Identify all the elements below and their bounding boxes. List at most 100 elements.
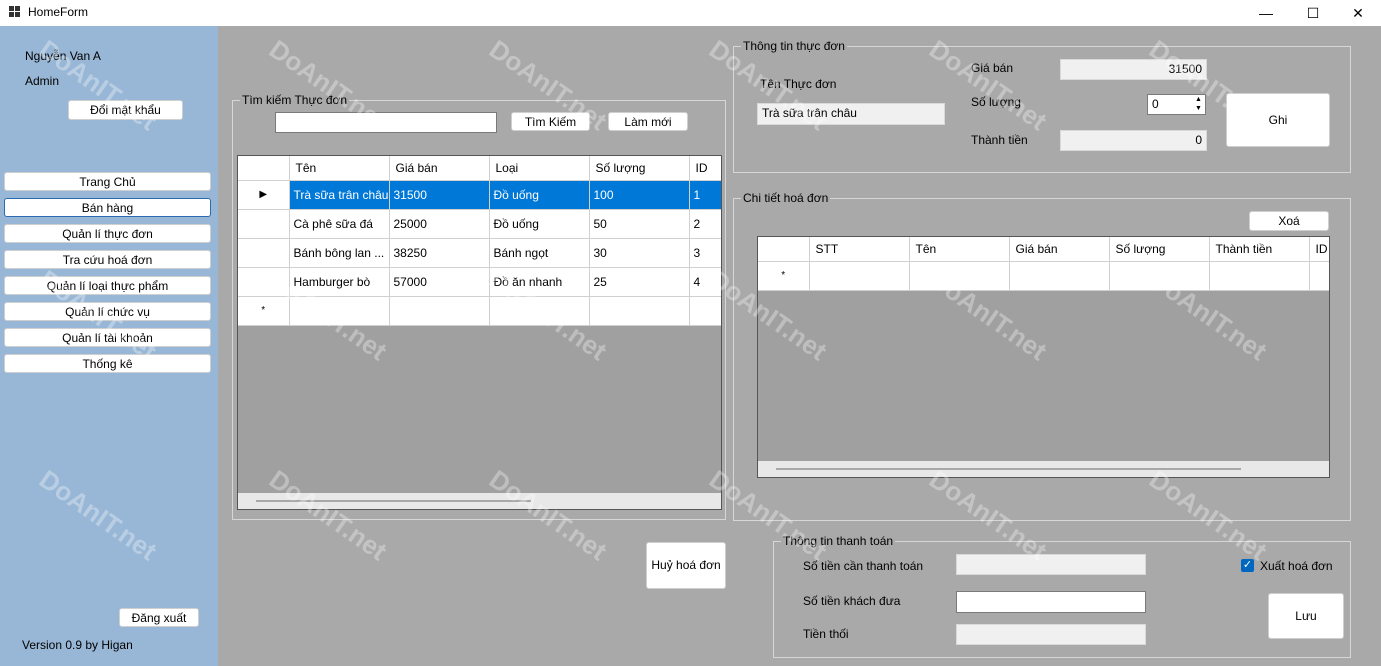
new-row[interactable]: * [238,296,721,326]
maximize-button[interactable]: ☐ [1290,0,1336,26]
grid-corner[interactable] [238,156,290,181]
table-row[interactable]: Hamburger bò 57000 Đồ ăn nhanh 25 4 [238,267,721,297]
col-header-price[interactable]: Giá bán [1009,237,1110,262]
row-header[interactable] [238,209,290,239]
close-button[interactable]: ✕ [1335,0,1381,26]
col-header-total[interactable]: Thành tiền [1209,237,1310,262]
nav-home[interactable]: Trang Chủ [4,172,211,191]
cell-type[interactable]: Đồ ăn nhanh [489,267,590,297]
minimize-button[interactable]: — [1243,0,1289,26]
export-invoice-label[interactable]: Xuất hoá đơn [1260,559,1333,573]
menu-grid-hscrollbar[interactable] [238,493,721,509]
col-header-name[interactable]: Tên [289,156,390,181]
change-password-button[interactable]: Đổi mật khẩu [68,100,183,120]
logout-button[interactable]: Đăng xuất [119,608,199,627]
cell-id[interactable]: 1 [689,180,721,210]
col-header-qty[interactable]: Số lượng [589,156,690,181]
new-cell-total[interactable] [1209,261,1310,291]
qty-stepper[interactable]: 0 ▲ ▼ [1147,94,1206,115]
search-input[interactable] [275,112,497,133]
price-field[interactable]: 31500 [1060,59,1207,80]
delete-button[interactable]: Xoá [1249,211,1329,231]
grid-corner[interactable] [758,237,810,262]
search-button[interactable]: Tìm Kiếm [511,112,590,131]
new-cell-name[interactable] [289,296,390,326]
cell-id[interactable]: 2 [689,209,721,239]
scroll-thumb[interactable] [256,500,531,502]
cell-qty[interactable]: 30 [589,238,690,268]
payment-group-title: Thông tin thanh toán [781,534,896,548]
new-cell-id[interactable] [1309,261,1329,291]
col-header-price[interactable]: Giá bán [389,156,490,181]
total-field[interactable]: 0 [1060,130,1207,151]
invoice-grid-hscrollbar[interactable] [758,461,1329,477]
new-cell-price[interactable] [389,296,490,326]
cell-price[interactable]: 25000 [389,209,490,239]
new-row-marker[interactable]: * [238,296,290,326]
cell-name[interactable]: Trà sữa trân châu [289,180,390,210]
menu-name-label: Tên Thực đơn [760,77,837,91]
col-header-qty[interactable]: Số lượng [1109,237,1210,262]
cell-id[interactable]: 4 [689,267,721,297]
col-header-stt[interactable]: STT [809,237,910,262]
col-header-type[interactable]: Loại [489,156,590,181]
cell-name[interactable]: Cà phê sữa đá [289,209,390,239]
stepper-down-icon[interactable]: ▼ [1193,105,1204,113]
cell-type[interactable]: Đồ uống [489,180,590,210]
cell-type[interactable]: Đồ uống [489,209,590,239]
new-cell-qty[interactable] [1109,261,1210,291]
stepper-up-icon[interactable]: ▲ [1193,96,1204,104]
col-header-id[interactable]: ID [689,156,721,181]
cell-price[interactable]: 31500 [389,180,490,210]
export-invoice-checkbox[interactable]: ✓ [1241,559,1254,572]
cell-price[interactable]: 38250 [389,238,490,268]
table-row[interactable]: Bánh bông lan ... 38250 Bánh ngọt 30 3 [238,238,721,268]
refresh-button[interactable]: Làm mới [608,112,688,131]
col-header-id[interactable]: ID [1309,237,1329,262]
row-header[interactable] [238,267,290,297]
nav-accounts[interactable]: Quản lí tài khoản [4,328,211,347]
user-name: Nguyễn Van A [25,49,101,63]
nav-positions[interactable]: Quản lí chức vụ [4,302,211,321]
new-row[interactable]: * [758,261,1329,291]
table-row[interactable]: Cà phê sữa đá 25000 Đồ uống 50 2 [238,209,721,239]
col-header-name[interactable]: Tên [909,237,1010,262]
nav-statistics[interactable]: Thống kê [4,354,211,373]
cell-type[interactable]: Bánh ngọt [489,238,590,268]
new-cell-id[interactable] [689,296,721,326]
sidebar: Nguyễn Van A Admin Đổi mật khẩu Trang Ch… [0,26,218,666]
amount-paid-field[interactable] [956,591,1146,613]
row-header[interactable] [238,238,290,268]
new-cell-name[interactable] [909,261,1010,291]
new-cell-stt[interactable] [809,261,910,291]
new-cell-type[interactable] [489,296,590,326]
nav-sales[interactable]: Bán hàng [4,198,211,217]
app-icon [9,6,21,18]
new-cell-qty[interactable] [589,296,690,326]
cell-qty[interactable]: 50 [589,209,690,239]
cell-id[interactable]: 3 [689,238,721,268]
menu-grid[interactable]: Tên Giá bán Loại Số lượng ID ▶ Trà sữa t… [237,155,722,510]
change-field[interactable] [956,624,1146,645]
save-button[interactable]: Lưu [1268,593,1344,639]
table-row[interactable]: ▶ Trà sữa trân châu 31500 Đồ uống 100 1 [238,180,721,210]
current-row-marker[interactable]: ▶ [238,180,290,210]
cell-qty[interactable]: 25 [589,267,690,297]
amount-due-field[interactable] [956,554,1146,575]
scroll-thumb[interactable] [776,468,1241,470]
write-button[interactable]: Ghi [1226,93,1330,147]
nav-invoice-lookup[interactable]: Tra cứu hoá đơn [4,250,211,269]
menu-name-field[interactable]: Trà sữa trân châu [757,103,945,125]
cancel-invoice-button[interactable]: Huỷ hoá đơn [646,542,726,589]
nav-menu-management[interactable]: Quản lí thực đơn [4,224,211,243]
cell-qty[interactable]: 100 [589,180,690,210]
cell-name[interactable]: Hamburger bò [289,267,390,297]
new-cell-price[interactable] [1009,261,1110,291]
new-row-marker[interactable]: * [758,261,810,291]
invoice-detail-grid[interactable]: STT Tên Giá bán Số lượng Thành tiền ID * [757,236,1330,478]
user-role: Admin [25,74,60,88]
search-group-title: Tìm kiếm Thực đơn [240,93,350,107]
cell-price[interactable]: 57000 [389,267,490,297]
nav-food-category[interactable]: Quản lí loại thực phẩm [4,276,211,295]
cell-name[interactable]: Bánh bông lan ... [289,238,390,268]
